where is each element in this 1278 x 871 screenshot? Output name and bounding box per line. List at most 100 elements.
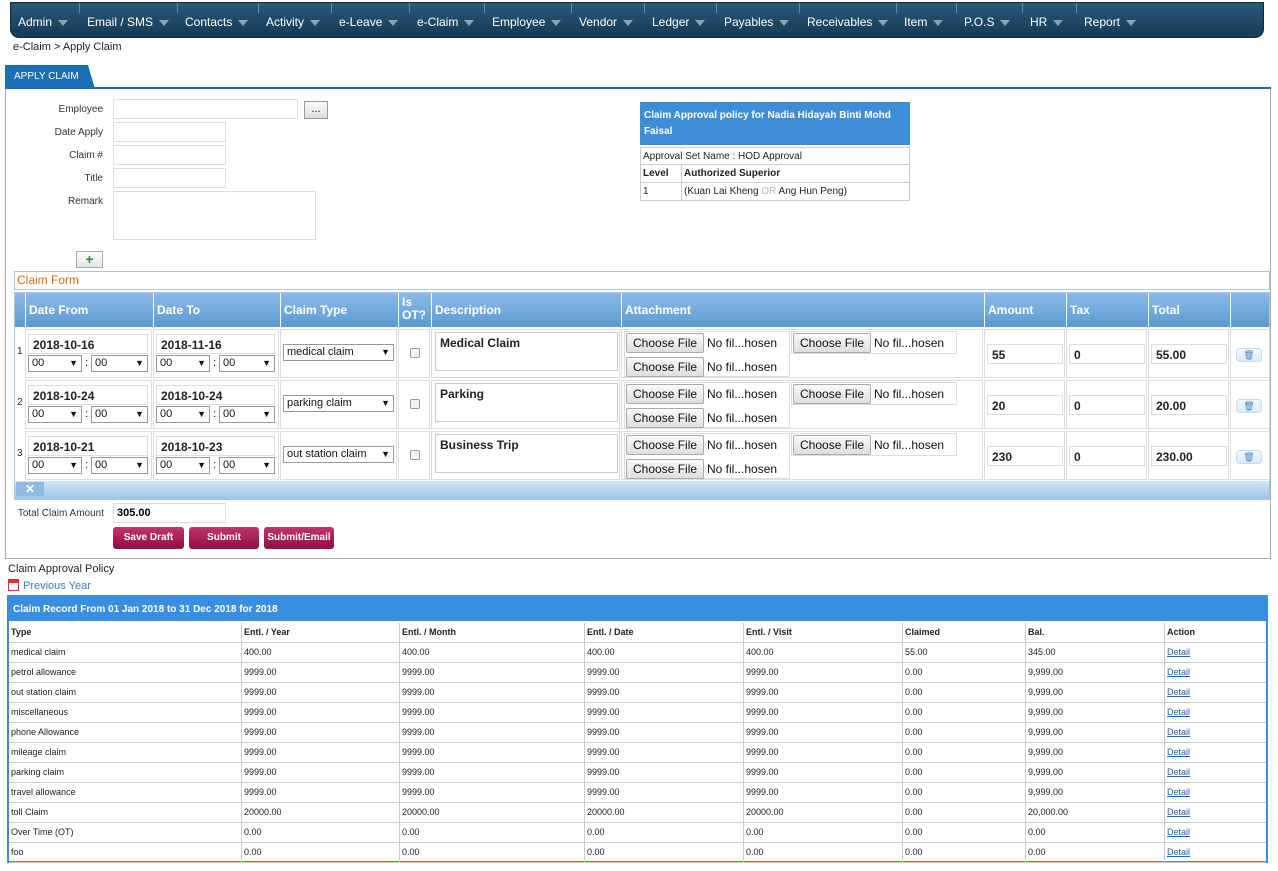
record-cell: mileage claim	[11, 747, 67, 757]
table-row: toll Claim 20000.00 20000.00 20000.00 20000.…	[9, 803, 1266, 823]
previous-year-link[interactable]: Previous Year	[8, 579, 91, 592]
detail-link[interactable]: Detail	[1164, 643, 1268, 662]
detail-link[interactable]: Detail	[1164, 703, 1268, 722]
tax-input[interactable]: 0	[1069, 395, 1145, 415]
date-from-input[interactable]: 2018-10-21	[28, 436, 148, 456]
record-cell: 0.00	[1025, 823, 1164, 842]
detail-link[interactable]: Detail	[1164, 723, 1268, 742]
choose-file-button[interactable]: Choose File	[626, 333, 705, 353]
to-hour-select[interactable]: 00	[156, 406, 210, 423]
nav-p-o-s[interactable]: P.O.S	[964, 3, 1011, 39]
employee-browse-button[interactable]: ...	[304, 101, 328, 119]
from-hour-select[interactable]: 00	[28, 457, 82, 474]
record-cell: 400.00	[241, 643, 399, 662]
add-row-button[interactable]: +	[76, 251, 103, 268]
description-textarea[interactable]: Parking	[435, 383, 618, 422]
nav-contacts[interactable]: Contacts	[185, 3, 249, 39]
to-minute-select[interactable]: 00	[219, 406, 275, 423]
choose-file-button[interactable]: Choose File	[793, 333, 872, 353]
trash-icon[interactable]: 🗑	[1236, 348, 1262, 362]
date-to-input[interactable]: 2018-11-16	[156, 334, 275, 354]
choose-file-button[interactable]: Choose File	[793, 384, 872, 404]
claim-approval-policy-label: Claim Approval Policy	[8, 563, 115, 575]
detail-link[interactable]: Detail	[1164, 663, 1268, 682]
nav-e-claim[interactable]: e-Claim	[417, 3, 475, 39]
claim-record-title: Claim Record From 01 Jan 2018 to 31 Dec …	[9, 597, 1266, 621]
record-cell: 9,999.00	[1025, 703, 1164, 722]
nav-hr[interactable]: HR	[1030, 3, 1064, 39]
nav-email-sms[interactable]: Email / SMS	[87, 3, 170, 39]
detail-link[interactable]: Detail	[1164, 743, 1268, 762]
save-draft-button[interactable]: Save Draft	[113, 527, 184, 549]
to-minute-select[interactable]: 00	[219, 457, 275, 474]
choose-file-button[interactable]: Choose File	[793, 435, 872, 455]
table-row: mileage claim 9999.00 9999.00 9999.00 9999.0…	[9, 743, 1266, 763]
from-hour-select[interactable]: 00	[28, 355, 82, 372]
date-from-input[interactable]: 2018-10-24	[28, 385, 148, 405]
nav-item[interactable]: Item	[904, 3, 944, 39]
employee-input[interactable]	[113, 99, 298, 119]
date-from-input[interactable]: 2018-10-16	[28, 334, 148, 354]
nav-ledger[interactable]: Ledger	[652, 3, 706, 39]
record-cell: 9999.00	[584, 743, 743, 762]
description-textarea[interactable]: Business Trip	[435, 434, 618, 473]
to-hour-select[interactable]: 00	[156, 457, 210, 474]
choose-file-button[interactable]: Choose File	[626, 357, 705, 377]
claim-type-select[interactable]: parking claim	[283, 395, 394, 412]
description-textarea[interactable]: Medical Claim	[435, 332, 618, 371]
amount-input[interactable]: 230	[987, 446, 1063, 466]
choose-file-button[interactable]: Choose File	[626, 435, 705, 455]
amount-input[interactable]: 20	[987, 395, 1063, 415]
detail-link[interactable]: Detail	[1164, 843, 1268, 862]
record-cell: 9999.00	[584, 703, 743, 722]
is-ot-checkbox[interactable]	[410, 399, 420, 409]
is-ot-checkbox[interactable]	[410, 348, 420, 358]
choose-file-button[interactable]: Choose File	[626, 459, 705, 479]
claim-number-label: Claim #	[69, 150, 103, 161]
submit-email-button[interactable]: Submit/Email	[264, 527, 334, 549]
submit-button[interactable]: Submit	[189, 527, 259, 549]
nav-receivables[interactable]: Receivables	[807, 3, 889, 39]
trash-icon[interactable]: 🗑	[1236, 450, 1262, 464]
record-cell: 0.00	[902, 703, 1025, 722]
close-row-button[interactable]: ✕	[16, 482, 44, 496]
tax-input[interactable]: 0	[1069, 344, 1145, 364]
to-hour-select[interactable]: 00	[156, 355, 210, 372]
from-minute-select[interactable]: 00	[91, 457, 148, 474]
detail-link[interactable]: Detail	[1164, 823, 1268, 842]
trash-icon[interactable]: 🗑	[1236, 399, 1262, 413]
date-to-input[interactable]: 2018-10-24	[156, 385, 275, 405]
nav-separator	[1076, 3, 1077, 13]
claim-type-select[interactable]: medical claim	[283, 344, 394, 361]
to-minute-select[interactable]: 00	[219, 355, 275, 372]
date-apply-input[interactable]	[113, 122, 226, 142]
nav-admin[interactable]: Admin	[18, 3, 69, 39]
detail-link[interactable]: Detail	[1164, 763, 1268, 782]
nav-employee[interactable]: Employee	[492, 3, 562, 39]
detail-link[interactable]: Detail	[1164, 803, 1268, 822]
nav-e-leave[interactable]: e-Leave	[339, 3, 399, 39]
nav-report[interactable]: Report	[1084, 3, 1137, 39]
tax-input[interactable]: 0	[1069, 446, 1145, 466]
tab-apply-claim[interactable]: APPLY CLAIM	[5, 65, 95, 89]
nav-vendor[interactable]: Vendor	[579, 3, 634, 39]
amount-input[interactable]: 55	[987, 344, 1063, 364]
is-ot-checkbox[interactable]	[410, 450, 420, 460]
choose-file-button[interactable]: Choose File	[626, 384, 705, 404]
detail-link[interactable]: Detail	[1164, 783, 1268, 802]
claim-type-select[interactable]: out station claim	[283, 446, 394, 463]
claim-form-footer: ✕	[15, 481, 1269, 499]
nav-activity[interactable]: Activity	[266, 3, 321, 39]
nav-separator	[1022, 3, 1023, 13]
from-minute-select[interactable]: 00	[91, 406, 148, 423]
remark-textarea[interactable]	[113, 191, 316, 240]
row-number: 3	[17, 448, 23, 459]
date-to-input[interactable]: 2018-10-23	[156, 436, 275, 456]
from-minute-select[interactable]: 00	[91, 355, 148, 372]
from-hour-select[interactable]: 00	[28, 406, 82, 423]
title-input[interactable]	[113, 168, 226, 188]
claim-number-input[interactable]	[113, 145, 226, 165]
choose-file-button[interactable]: Choose File	[626, 408, 705, 428]
nav-payables[interactable]: Payables	[724, 3, 790, 39]
detail-link[interactable]: Detail	[1164, 683, 1268, 702]
